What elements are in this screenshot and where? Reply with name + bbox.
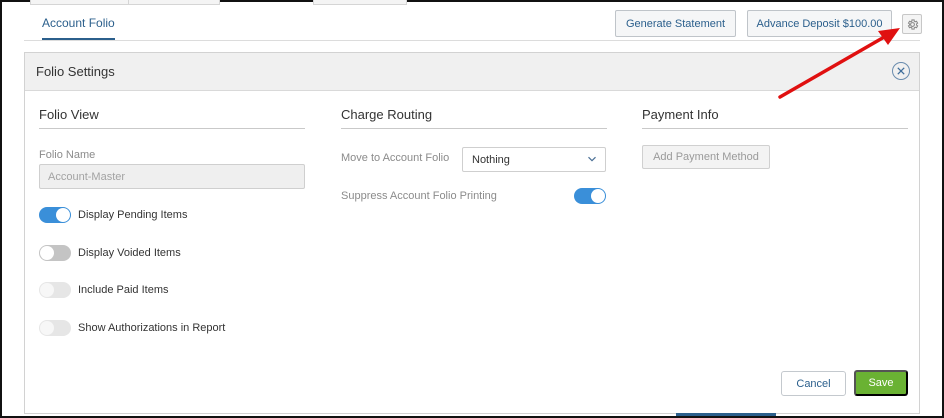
- payment-info-section: Payment Info: [642, 107, 908, 129]
- payment-info-heading: Payment Info: [642, 107, 908, 129]
- panel-title: Folio Settings: [36, 64, 115, 79]
- move-to-account-folio-label: Move to Account Folio: [341, 152, 450, 164]
- panel-header: Folio Settings: [25, 53, 919, 91]
- gear-icon: [907, 18, 918, 30]
- folio-view-heading: Folio View: [39, 107, 305, 129]
- display-pending-items-toggle[interactable]: [39, 207, 71, 223]
- folio-name-input[interactable]: Account-Master: [39, 164, 305, 189]
- add-payment-method-button[interactable]: Add Payment Method: [642, 145, 770, 169]
- include-paid-items-toggle[interactable]: [39, 282, 71, 298]
- advance-deposit-button[interactable]: Advance Deposit $100.00: [747, 10, 892, 37]
- top-tab-remnant: [128, 0, 220, 5]
- display-voided-items-toggle[interactable]: [39, 245, 71, 261]
- display-pending-items-row: Display Pending Items: [39, 206, 187, 224]
- suppress-printing-toggle[interactable]: [574, 188, 606, 204]
- select-value: Nothing: [472, 153, 510, 166]
- move-to-account-folio-select[interactable]: Nothing: [462, 147, 606, 172]
- top-tab-remnant: [313, 0, 407, 5]
- display-voided-items-row: Display Voided Items: [39, 244, 181, 262]
- toggle-label: Display Voided Items: [78, 247, 181, 259]
- charge-routing-heading: Charge Routing: [341, 107, 607, 129]
- tab-account-folio[interactable]: Account Folio: [42, 16, 115, 40]
- show-authorizations-toggle[interactable]: [39, 320, 71, 336]
- close-button[interactable]: [892, 62, 910, 80]
- cancel-button[interactable]: Cancel: [781, 371, 846, 396]
- show-authorizations-row: Show Authorizations in Report: [39, 319, 225, 337]
- folio-settings-panel: Folio Settings Folio View Folio Name Acc…: [24, 52, 920, 414]
- bottom-bar-remnant: [676, 413, 776, 416]
- toggle-label: Display Pending Items: [78, 209, 188, 221]
- chevron-down-icon: [588, 156, 596, 162]
- save-button[interactable]: Save: [854, 370, 908, 396]
- folio-view-section: Folio View: [39, 107, 305, 129]
- charge-routing-section: Charge Routing: [341, 107, 607, 129]
- generate-statement-button[interactable]: Generate Statement: [615, 10, 736, 37]
- suppress-printing-label: Suppress Account Folio Printing: [341, 190, 497, 202]
- folio-settings-button[interactable]: [902, 14, 922, 34]
- include-paid-items-row: Include Paid Items: [39, 281, 169, 299]
- toggle-label: Show Authorizations in Report: [78, 322, 226, 334]
- folio-name-label: Folio Name: [39, 149, 96, 161]
- close-icon: [897, 67, 905, 75]
- toggle-label: Include Paid Items: [78, 284, 169, 296]
